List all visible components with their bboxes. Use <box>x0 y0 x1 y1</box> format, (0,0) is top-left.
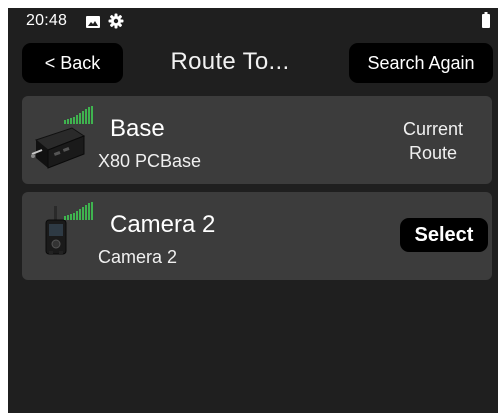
page-title: Route To... <box>170 48 290 75</box>
device-card-camera-2[interactable]: Camera 2 Camera 2 Select <box>22 192 492 280</box>
device-model: X80 PCBase <box>98 151 202 171</box>
signal-strength-icon <box>64 202 98 225</box>
search-again-button[interactable]: Search Again <box>349 43 493 83</box>
back-button[interactable]: < Back <box>22 43 123 83</box>
route-status-line: Current <box>402 119 464 139</box>
status-time: 20:48 <box>26 12 68 29</box>
device-name: Base <box>110 115 165 142</box>
device-name: Camera 2 <box>110 211 216 238</box>
device-model: Camera 2 <box>98 247 178 267</box>
battery-icon <box>482 12 490 33</box>
header-bar: < Back Route To... Search Again <box>8 36 498 92</box>
current-route-label: Current Route <box>388 117 478 165</box>
gear-icon <box>108 13 124 34</box>
status-bar: 20:48 <box>8 8 498 36</box>
signal-strength-icon <box>64 106 98 129</box>
device-card-base[interactable]: Base X80 PCBase Current Route <box>22 96 492 184</box>
image-icon <box>86 15 100 33</box>
base-station-icon <box>30 122 86 177</box>
select-button[interactable]: Select <box>400 218 488 252</box>
device-screen: 20:48 < Back Route To... Search Again Ba… <box>8 8 498 413</box>
route-status-line: Route <box>408 143 458 163</box>
